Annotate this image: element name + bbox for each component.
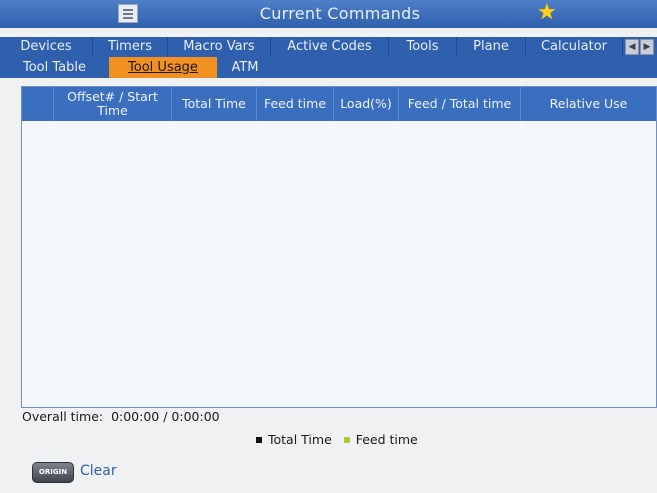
table-header: Offset# / Start Time Total Time Feed tim… xyxy=(22,87,656,121)
sub-tabs: Tool Table Tool Usage ATM xyxy=(0,57,657,78)
star-icon[interactable]: ★ xyxy=(537,0,557,25)
tab-plane[interactable]: Plane xyxy=(457,37,526,57)
tab-devices[interactable]: Devices xyxy=(0,37,93,57)
scroll-right-icon[interactable]: ▶ xyxy=(640,39,654,55)
tab-active-codes[interactable]: Active Codes xyxy=(271,37,389,57)
column-header-offset-start: Offset# / Start Time xyxy=(53,87,171,121)
column-header-blank xyxy=(22,87,53,121)
column-header-total-time: Total Time xyxy=(171,87,256,121)
legend-total-time: Total Time xyxy=(268,432,332,447)
legend-feed-time: Feed time xyxy=(355,432,418,447)
main-tabs: Devices Timers Macro Vars Active Codes T… xyxy=(0,37,657,57)
overall-time-value: 0:00:00 / 0:00:00 xyxy=(111,409,220,424)
overall-time-label: Overall time: xyxy=(22,409,104,424)
tab-tools[interactable]: Tools xyxy=(389,37,457,57)
legend: Total Time Feed time xyxy=(256,432,418,447)
column-header-relative-use: Relative Use xyxy=(520,87,656,121)
tab-tool-table[interactable]: Tool Table xyxy=(0,57,109,78)
hamburger-menu-icon[interactable] xyxy=(118,4,138,23)
tab-atm[interactable]: ATM xyxy=(217,57,273,78)
title-bar: Current Commands ★ xyxy=(0,0,657,28)
tab-timers[interactable]: Timers xyxy=(93,37,168,57)
column-header-feed-time: Feed time xyxy=(256,87,333,121)
tab-macro-vars[interactable]: Macro Vars xyxy=(168,37,271,57)
column-header-load: Load(%) xyxy=(333,87,398,121)
tab-calculator[interactable]: Calculator xyxy=(526,37,623,57)
page-title: Current Commands xyxy=(259,4,421,23)
scroll-left-icon[interactable]: ◀ xyxy=(625,39,639,55)
column-header-feed-total: Feed / Total time xyxy=(398,87,520,121)
total-time-swatch xyxy=(256,436,262,443)
tab-tool-usage[interactable]: Tool Usage xyxy=(109,57,217,78)
feed-time-swatch xyxy=(343,436,350,443)
clear-label: Clear xyxy=(80,463,117,479)
tool-usage-table: Offset# / Start Time Total Time Feed tim… xyxy=(21,86,657,408)
origin-button[interactable]: ORIGIN xyxy=(32,462,74,483)
tab-scroll-arrows: ◀ ▶ xyxy=(623,39,657,55)
overall-time: Overall time: 0:00:00 / 0:00:00 xyxy=(22,409,220,424)
